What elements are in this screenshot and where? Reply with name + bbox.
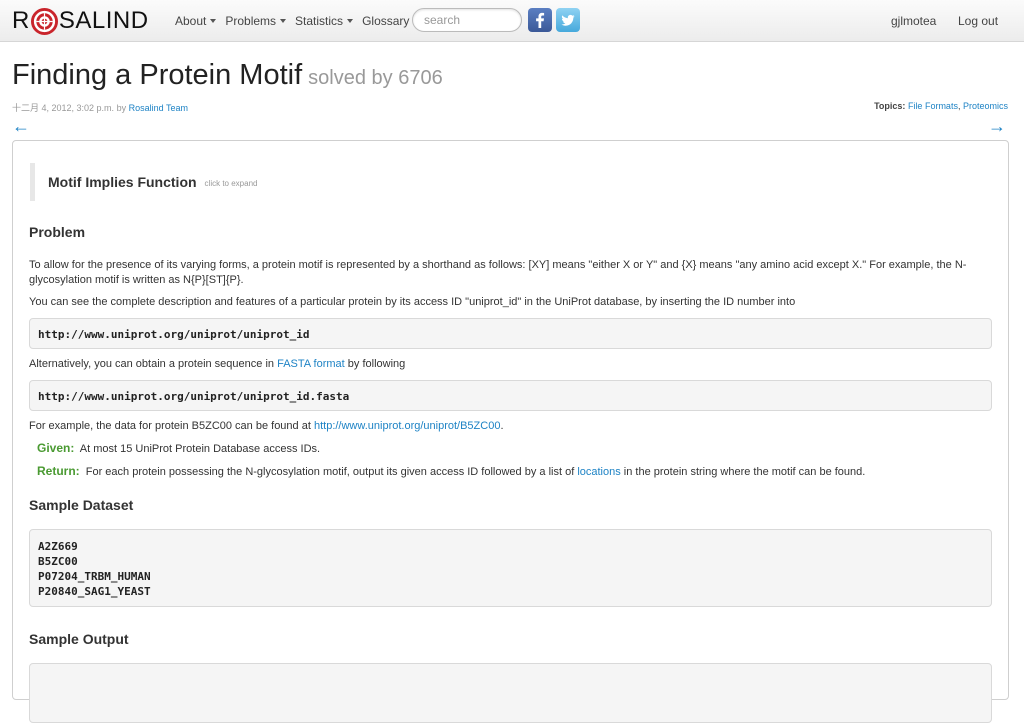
problem-title: Finding a Protein Motif bbox=[12, 59, 303, 91]
return-line: Return: For each protein possessing the … bbox=[37, 464, 865, 478]
motif-expander[interactable]: Motif Implies Function click to expand bbox=[30, 163, 430, 201]
given-line: Given: At most 15 UniProt Protein Databa… bbox=[37, 441, 320, 455]
topics-separator: , bbox=[957, 101, 961, 111]
topic-link-proteomics[interactable]: Proteomics bbox=[963, 101, 1008, 111]
topics: Topics: File Formats, Proteomics bbox=[874, 101, 1008, 111]
problem-heading: Problem bbox=[29, 224, 86, 240]
sample-output-heading: Sample Output bbox=[29, 631, 129, 647]
twitter-bird-icon bbox=[561, 14, 575, 26]
rosalind-logo-link[interactable]: R SALIND bbox=[12, 7, 149, 35]
alt-text-after: by following bbox=[347, 358, 406, 370]
dataset-line: P07204_TRBM_HUMAN bbox=[38, 570, 151, 583]
twitter-icon[interactable] bbox=[556, 8, 580, 32]
published-date: 十二月 4, 2012, 3:02 p.m. bbox=[12, 103, 115, 113]
return-text-after: in the protein string where the motif ca… bbox=[623, 466, 866, 478]
brand-letter-r: R bbox=[12, 7, 30, 34]
menu-about[interactable]: About bbox=[175, 14, 217, 28]
alt-text-before: Alternatively, you can obtain a protein … bbox=[29, 358, 275, 370]
problem-content-box: Motif Implies Function click to expand P… bbox=[12, 140, 1009, 723]
expander-title: Motif Implies Function bbox=[48, 174, 197, 190]
return-text-before: For each protein possessing the N-glycos… bbox=[85, 466, 575, 478]
top-navbar: R SALIND About Problems Statistics Gloss… bbox=[0, 0, 1024, 42]
menu-statistics-label: Statistics bbox=[295, 14, 344, 28]
return-label: Return: bbox=[37, 464, 80, 478]
caret-down-icon bbox=[347, 19, 354, 23]
dataset-line: P20840_SAG1_YEAST bbox=[38, 585, 151, 598]
menu-glossary-label: Glossary bbox=[362, 14, 410, 28]
page-title: Finding a Protein Motif solved by 6706 bbox=[12, 57, 443, 96]
b5zc00-link[interactable]: http://www.uniprot.org/uniprot/B5ZC00 bbox=[314, 420, 500, 432]
user-profile-link[interactable]: gjlmotea bbox=[891, 14, 936, 28]
main-menu: About Problems Statistics Glossary bbox=[175, 0, 418, 42]
locations-link[interactable]: locations bbox=[577, 466, 620, 478]
menu-glossary[interactable]: Glossary bbox=[362, 14, 409, 28]
example-period: . bbox=[500, 420, 504, 432]
dataset-line: A2Z669 bbox=[38, 540, 78, 553]
menu-statistics[interactable]: Statistics bbox=[295, 14, 354, 28]
logout-link[interactable]: Log out bbox=[958, 14, 998, 28]
menu-problems[interactable]: Problems bbox=[225, 14, 287, 28]
search-input[interactable] bbox=[412, 8, 522, 32]
uniprot-url-code: http://www.uniprot.org/uniprot/uniprot_i… bbox=[29, 318, 992, 349]
menu-about-label: About bbox=[175, 14, 207, 28]
facebook-icon[interactable] bbox=[528, 8, 552, 32]
caret-down-icon bbox=[210, 19, 217, 23]
fasta-url-code: http://www.uniprot.org/uniprot/uniprot_i… bbox=[29, 380, 992, 411]
facebook-glyph-icon bbox=[536, 12, 545, 28]
example-paragraph: For example, the data for protein B5ZC00… bbox=[29, 419, 989, 434]
caret-down-icon bbox=[280, 19, 287, 23]
uniprot-paragraph: You can see the complete description and… bbox=[29, 296, 796, 308]
sample-output-code bbox=[29, 663, 992, 723]
author-link[interactable]: Rosalind Team bbox=[129, 103, 188, 113]
prev-problem-arrow-icon[interactable]: ← bbox=[12, 116, 30, 136]
brand-text: SALIND bbox=[58, 7, 149, 34]
alternative-paragraph: Alternatively, you can obtain a protein … bbox=[29, 357, 989, 372]
topic-link-file-formats[interactable]: File Formats bbox=[908, 101, 958, 111]
topics-label: Topics: bbox=[874, 101, 906, 111]
given-label: Given: bbox=[37, 441, 75, 455]
next-problem-arrow-icon[interactable]: → bbox=[988, 116, 1006, 136]
example-text: For example, the data for protein B5ZC00… bbox=[29, 420, 311, 432]
problem-meta: 十二月 4, 2012, 3:02 p.m. by Rosalind Team bbox=[12, 101, 188, 114]
menu-problems-label: Problems bbox=[225, 14, 277, 28]
rosalind-rose-icon bbox=[30, 7, 58, 35]
sample-dataset-code: A2Z669 B5ZC00 P07204_TRBM_HUMAN P20840_SAG1… bbox=[29, 529, 992, 607]
expander-hint: click to expand bbox=[204, 179, 258, 188]
intro-paragraph: To allow for the presence of its varying… bbox=[29, 259, 967, 286]
sample-dataset-heading: Sample Dataset bbox=[29, 497, 134, 513]
given-text: At most 15 UniProt Protein Database acce… bbox=[79, 443, 321, 455]
solved-count: solved by 6706 bbox=[308, 67, 443, 89]
dataset-line: B5ZC00 bbox=[38, 555, 78, 568]
by-label: by bbox=[116, 103, 127, 113]
fasta-format-link[interactable]: FASTA format bbox=[277, 358, 345, 370]
